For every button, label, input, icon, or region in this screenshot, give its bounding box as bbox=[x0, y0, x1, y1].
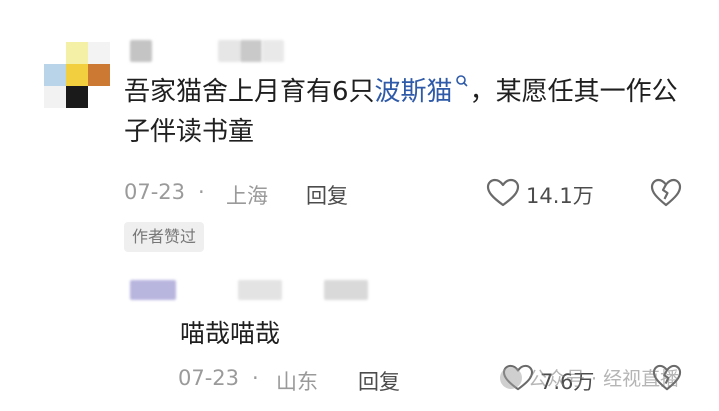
reply-location: 山东 bbox=[276, 370, 318, 394]
avatar-pixel bbox=[66, 42, 88, 64]
reply-date: 07-23 bbox=[178, 366, 240, 390]
comment-text: 吾家猫舍上月育有6只波斯猫 ，某愿任其一作公子伴读书童 bbox=[124, 72, 684, 152]
reply-reply-button[interactable]: 回复 bbox=[358, 366, 400, 396]
avatar[interactable] bbox=[44, 42, 110, 108]
dislike-broken-heart-icon[interactable] bbox=[650, 178, 682, 208]
reply-text: 喵哉喵哉 bbox=[180, 319, 281, 348]
avatar-pixel bbox=[44, 86, 66, 108]
wechat-logo-icon bbox=[500, 366, 522, 389]
avatar-pixel bbox=[88, 42, 110, 64]
meta-separator: · bbox=[252, 366, 259, 390]
topic-link[interactable]: 波斯猫 bbox=[374, 75, 470, 107]
comment-date: 07-23 bbox=[124, 180, 186, 204]
avatar-pixel bbox=[88, 64, 110, 86]
username-redacted[interactable] bbox=[262, 40, 284, 62]
reply-button[interactable]: 回复 bbox=[306, 180, 348, 210]
reply-username-redacted[interactable] bbox=[238, 280, 282, 300]
watermark-text: 公众号 · 经视直播 bbox=[528, 368, 680, 390]
reply-username-redacted[interactable] bbox=[324, 280, 368, 300]
like-count: 14.1万 bbox=[526, 184, 594, 208]
reply-avatar[interactable] bbox=[130, 280, 176, 300]
username-redacted[interactable] bbox=[218, 40, 240, 62]
avatar-pixel bbox=[44, 64, 66, 86]
avatar-pixel bbox=[66, 86, 88, 108]
meta-separator: · bbox=[198, 180, 205, 204]
topic-label: 波斯猫 bbox=[374, 77, 453, 107]
like-heart-icon[interactable] bbox=[486, 178, 520, 208]
username-redacted[interactable] bbox=[240, 40, 262, 62]
search-icon bbox=[455, 75, 468, 87]
comment-location: 上海 bbox=[226, 184, 268, 208]
comment-text-part: 吾家猫舍上月育有6只 bbox=[124, 77, 375, 107]
author-liked-badge: 作者赞过 bbox=[124, 222, 205, 252]
watermark: 公众号 · 经视直播 bbox=[500, 364, 679, 391]
avatar-pixel bbox=[66, 64, 88, 86]
username-redacted[interactable] bbox=[130, 40, 152, 62]
